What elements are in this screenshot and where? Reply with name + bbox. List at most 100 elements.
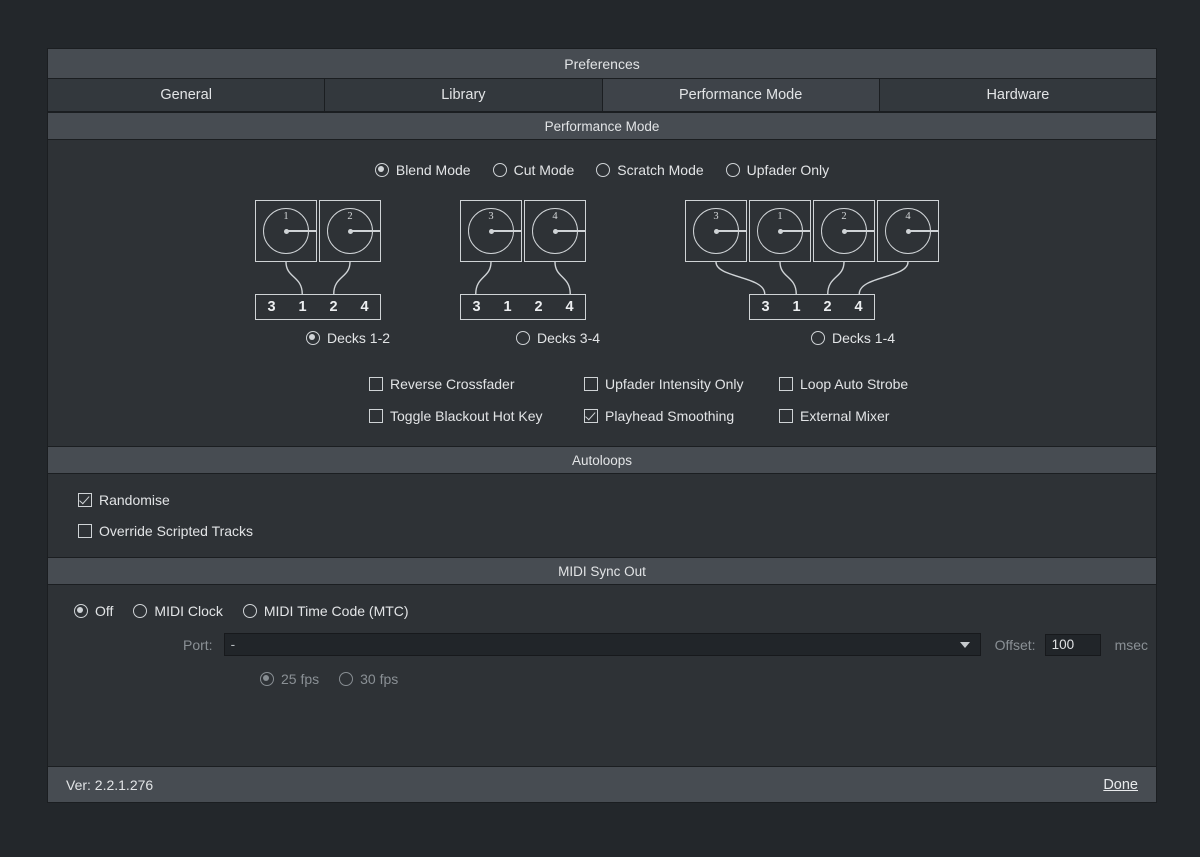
radio-icon[interactable] [811,331,825,345]
deck-number-label: 2 [841,211,847,222]
mixer-channel-label: 4 [360,299,369,315]
radio-icon[interactable] [339,672,354,686]
deck-number-label: 3 [488,211,494,222]
radio-icon[interactable] [374,163,389,177]
midi-mode-midi-clock-label: MIDI Clock [154,603,223,619]
deck-unit: 1 [255,200,317,262]
radio-icon[interactable] [133,604,148,618]
radio-icon[interactable] [74,604,88,618]
checkbox-icon[interactable] [584,377,598,391]
version-label: Ver: 2.2.1.276 [66,776,154,793]
port-dropdown-value: - [230,637,236,652]
checkbox-icon[interactable] [779,377,793,391]
checkbox-override-scripted-tracks-label: Override Scripted Tracks [99,523,254,539]
checkbox-loop-auto-strobe[interactable]: Loop Auto Strobe [779,376,908,392]
deck-number-label: 1 [777,211,783,222]
deck-routing-diagram: 3 1 2 4 3 1 2 4 [685,200,939,320]
mixer-channel-label: 1 [792,299,801,315]
deck-unit: 1 [749,200,811,262]
deck-option-decks-3-4[interactable]: Decks 3-4 [516,330,600,346]
radio-icon[interactable] [516,331,530,345]
fps-option-25-fps[interactable]: 25 fps [260,671,319,687]
offset-input[interactable]: 100 [1044,633,1101,656]
deck-row: 34 [460,200,586,262]
port-label: Port: [183,636,213,653]
mode-radio-blend-mode-label: Blend Mode [395,162,471,178]
midi-mode-midi-time-code-mtc[interactable]: MIDI Time Code (MTC) [242,603,409,619]
deck-option-decks-1-4[interactable]: Decks 1-4 [811,330,895,346]
chevron-down-icon [959,641,970,648]
checkbox-toggle-blackout-hot-key[interactable]: Toggle Blackout Hot Key [369,408,584,424]
section-title: Autoloops [571,452,633,468]
mode-radio-upfader-only[interactable]: Upfader Only [725,162,829,178]
deck-option-decks-1-2-label: Decks 1-2 [327,330,391,346]
deck-option-decks-1-4-label: Decks 1-4 [832,330,896,346]
checkbox-external-mixer[interactable]: External Mixer [779,408,908,424]
preferences-window: Preferences General Library Performance Mo… [47,48,1157,803]
mode-radio-cut-mode[interactable]: Cut Mode [492,162,574,178]
mixer-channel-label: 2 [534,299,543,315]
checkbox-toggle-blackout-hot-key-label: Toggle Blackout Hot Key [390,408,543,424]
checkbox-reverse-crossfader[interactable]: Reverse Crossfader [369,376,584,392]
fps-option-30-fps-label: 30 fps [360,671,399,687]
tab-bar: General Library Performance Mode Hardware [48,79,1156,112]
checkbox-icon[interactable] [779,409,793,423]
checkbox-randomise[interactable]: Randomise [78,492,1156,508]
radio-icon[interactable] [596,163,611,177]
done-button[interactable]: Done [1103,777,1138,793]
checkbox-icon[interactable] [78,524,92,538]
tab-label: Library [441,87,486,103]
tab-label: General [160,87,212,103]
checkbox-icon[interactable] [369,409,383,423]
radio-icon[interactable] [725,163,740,177]
checkbox-loop-auto-strobe-label: Loop Auto Strobe [800,376,909,392]
checkbox-playhead-smoothing-label: Playhead Smoothing [605,408,735,424]
midi-mode-off[interactable]: Off [74,603,113,619]
mixer-channel-label: 3 [472,299,481,315]
radio-icon[interactable] [242,604,257,618]
mixer-channel-strip: 3 1 2 4 [255,294,381,320]
checkbox-playhead-smoothing[interactable]: Playhead Smoothing [584,408,779,424]
mode-radio-scratch-mode[interactable]: Scratch Mode [596,162,704,178]
tab-hardware[interactable]: Hardware [879,79,1156,111]
deck-unit: 4 [877,200,939,262]
port-dropdown[interactable]: - [223,633,981,656]
fps-option-25-fps-label: 25 fps [281,671,320,687]
port-row: Port: - Offset: 100 msec [48,633,1156,656]
radio-icon[interactable] [306,331,320,345]
checkbox-upfader-intensity-only[interactable]: Upfader Intensity Only [584,376,779,392]
section-title: MIDI Sync Out [558,563,646,579]
tab-performance-mode[interactable]: Performance Mode [602,79,880,111]
midi-sync-panel: Off MIDI Clock MIDI Time Code (MTC) Port: … [48,585,1156,707]
deck-number-label: 2 [347,211,353,222]
deck-number-label: 1 [283,211,289,222]
section-header-midi-sync-out: MIDI Sync Out [48,557,1156,585]
mixer-channel-label: 3 [267,299,276,315]
checkbox-icon[interactable] [584,409,598,423]
offset-value: 100 [1051,637,1075,652]
deck-option-decks-1-2[interactable]: Decks 1-2 [306,330,390,346]
deck-unit: 4 [524,200,586,262]
mixer-channel-label: 1 [298,299,307,315]
checkbox-icon[interactable] [78,493,92,507]
deck-option-decks-3-4-label: Decks 3-4 [537,330,601,346]
tab-general[interactable]: General [48,79,326,111]
radio-icon[interactable] [260,672,274,686]
mode-radio-blend-mode[interactable]: Blend Mode [374,162,471,178]
mode-radio-group: Blend Mode Cut Mode Scratch Mode Upfader On… [48,162,1156,178]
midi-mode-midi-clock[interactable]: MIDI Clock [133,603,223,619]
checkbox-external-mixer-label: External Mixer [800,408,890,424]
radio-icon[interactable] [492,163,507,177]
footer-bar: Ver: 2.2.1.276 Done [48,766,1156,802]
tab-label: Hardware [986,87,1050,103]
deck-routing-diagrams: 12312434312431243124 [48,200,1156,320]
mixer-channel-strip: 3 1 2 4 [749,294,875,320]
midi-mode-radio-group: Off MIDI Clock MIDI Time Code (MTC) [48,603,1156,619]
checkbox-override-scripted-tracks[interactable]: Override Scripted Tracks [78,523,1156,539]
fps-option-30-fps[interactable]: 30 fps [339,671,398,687]
mixer-channel-label: 4 [854,299,863,315]
tab-library[interactable]: Library [325,79,603,111]
window-title-bar: Preferences [48,49,1156,79]
checkbox-icon[interactable] [369,377,383,391]
mixer-channel-label: 1 [503,299,512,315]
